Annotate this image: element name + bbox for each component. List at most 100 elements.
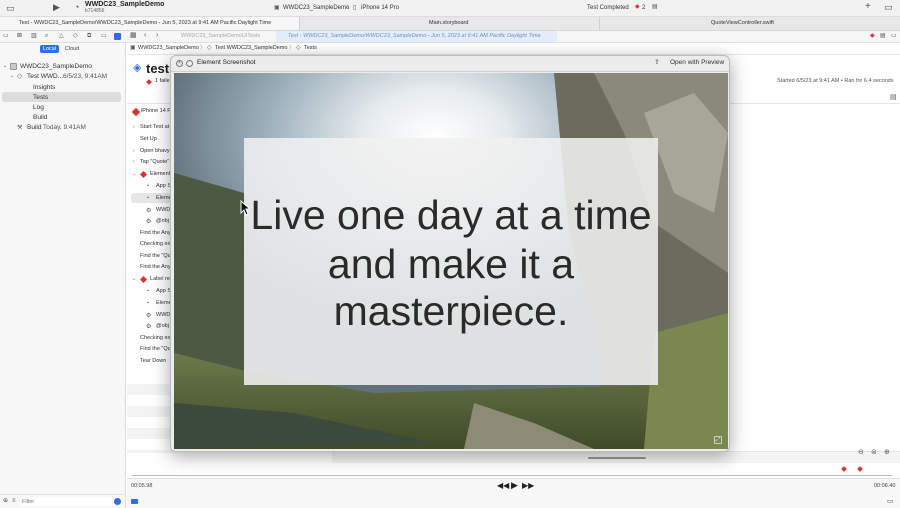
tab-quote-view-controller[interactable]: QuoteViewController.swift: [600, 17, 900, 30]
breadcrumb-test[interactable]: Test WWDC23_SampleDemo: [215, 45, 287, 52]
tab-test-report[interactable]: Test - WWDC23_SampleDemo/WWDC23_SampleDe…: [0, 17, 300, 30]
step-row[interactable]: Find the "Qu: [140, 346, 171, 353]
timeline-start[interactable]: 00:05.98: [131, 483, 152, 490]
step-row[interactable]: App S: [156, 183, 171, 190]
disclosure-icon[interactable]: ⌄: [3, 64, 7, 69]
failure-icon: [146, 79, 152, 85]
step-row[interactable]: Element: [150, 171, 170, 178]
tests-crumb-icon: ◇: [296, 45, 301, 51]
element-screenshot-image: Live one day at a time and make it a mas…: [174, 73, 728, 449]
inspector-toggle-icon[interactable]: ▭: [884, 3, 893, 12]
zoom-out-icon[interactable]: ⊖: [858, 449, 864, 456]
play-icon[interactable]: ▶: [511, 481, 518, 490]
back-icon[interactable]: ‹: [144, 32, 146, 39]
close-icon[interactable]: ×: [176, 60, 183, 67]
split-icon[interactable]: ▭: [891, 33, 897, 39]
tree-insights[interactable]: Insights: [33, 84, 55, 92]
scheme-name[interactable]: WWDC23_SampleDemo: [283, 5, 349, 11]
source-control-icon[interactable]: ⊠: [17, 33, 22, 39]
filter-options-icon[interactable]: [114, 498, 121, 505]
forward-icon[interactable]: ›: [156, 32, 158, 39]
segment-cloud[interactable]: Cloud: [61, 45, 83, 53]
report-navigator-icon[interactable]: [114, 33, 121, 40]
step-row[interactable]: Label re: [150, 276, 170, 283]
zoom-fit-icon[interactable]: ⊜: [871, 449, 877, 456]
path-left[interactable]: WWDC23_SampleDemoUITests: [181, 33, 260, 40]
step-row[interactable]: WWD: [156, 312, 170, 319]
cursor-icon: [240, 200, 250, 216]
step-row[interactable]: Find the Any: [140, 264, 171, 271]
timeline-layout-icon[interactable]: ▭: [887, 498, 894, 505]
navigator-toolbar: ▭ ⊠ ▥ ⌕ △ ◇ ⧉ ▭ ▦ ‹ › WWDC23_SampleDemoU…: [0, 31, 900, 43]
disclosure-icon[interactable]: ›: [133, 125, 135, 130]
add-filter-icon[interactable]: ⊕: [3, 498, 8, 504]
device-name[interactable]: iPhone 14 Pro: [361, 5, 399, 11]
step-row[interactable]: WWD: [156, 207, 170, 214]
error-icon[interactable]: ◆: [635, 4, 640, 10]
step-row[interactable]: Tap "Quote": [140, 159, 169, 166]
debug-icon[interactable]: ⧉: [87, 33, 91, 39]
adjust-icon[interactable]: ▤: [880, 33, 886, 39]
disclosure-icon[interactable]: ⌄: [10, 74, 14, 79]
expand-icon[interactable]: ⤢: [714, 436, 722, 444]
disclosure-icon[interactable]: ⌄: [132, 172, 136, 177]
step-row[interactable]: @obj: [156, 323, 169, 330]
symbol-icon[interactable]: ▥: [31, 33, 37, 39]
find-icon[interactable]: ⌕: [45, 33, 48, 39]
breakpoint-icon[interactable]: ▭: [101, 33, 107, 39]
tree-test-run[interactable]: Test WWD...: [27, 73, 63, 81]
timeline-scrubber[interactable]: [132, 475, 892, 476]
rewind-icon[interactable]: ◀◀: [497, 482, 509, 490]
disclosure-icon[interactable]: ›: [133, 149, 135, 154]
grid-icon[interactable]: ▦: [130, 32, 137, 39]
tree-build[interactable]: Build: [33, 114, 47, 122]
element-screenshot-window[interactable]: × Element Screenshot ⇪ Open with Preview: [170, 55, 730, 452]
segment-local[interactable]: Local: [40, 45, 59, 53]
path-sep: 〉: [346, 5, 353, 11]
tree-tests-row[interactable]: [2, 92, 121, 102]
disclosure-icon[interactable]: ›: [133, 160, 135, 165]
path-active[interactable]: Test - WWDC23_SampleDemo/WWDC23_SampleDe…: [276, 31, 557, 42]
timeline-filter-icon[interactable]: [131, 499, 138, 504]
folder-icon[interactable]: ▭: [3, 33, 9, 39]
zoom-in-icon[interactable]: ⊕: [884, 449, 890, 456]
tree-project[interactable]: WWDC23_SampleDemo: [20, 63, 92, 71]
disclosure-icon[interactable]: ⌄: [132, 277, 136, 282]
tree-log[interactable]: Log: [33, 104, 44, 112]
step-failure-icon: [139, 275, 148, 284]
breadcrumb-project[interactable]: WWDC23_SampleDemo: [138, 45, 199, 52]
minimize-icon[interactable]: [186, 60, 193, 67]
inspector-icon[interactable]: ▤: [890, 94, 897, 101]
step-row[interactable]: Tear Down: [140, 358, 166, 365]
library-icon[interactable]: ▤: [652, 4, 658, 10]
step-row[interactable]: Find the "Qu: [140, 253, 171, 260]
filter-icon: ≡: [12, 498, 16, 504]
device-row-label[interactable]: iPhone 14 P: [141, 108, 171, 115]
error-count[interactable]: 2: [642, 5, 645, 11]
open-with-preview-button[interactable]: Open with Preview: [670, 59, 724, 67]
app-icon: ▣: [274, 5, 280, 11]
breadcrumb-tests[interactable]: Tests: [304, 45, 317, 52]
issue-nav-icon[interactable]: ◆: [870, 33, 875, 39]
run-icon[interactable]: ▶: [53, 3, 60, 12]
step-row[interactable]: Set Up: [140, 136, 157, 143]
step-row[interactable]: Find the Any: [140, 230, 171, 237]
test-icon[interactable]: ◇: [73, 33, 78, 39]
timeline-scroll-thumb[interactable]: [588, 457, 646, 459]
tab-main-storyboard[interactable]: Main.storyboard: [300, 17, 600, 30]
status-text: Test Completed: [587, 5, 629, 11]
step-row[interactable]: Checking ex: [140, 335, 170, 342]
step-row[interactable]: Start Test at: [140, 124, 169, 131]
step-row[interactable]: Checking ex: [140, 241, 170, 248]
tree-build-run[interactable]: Build: [27, 124, 41, 132]
issue-icon[interactable]: △: [59, 33, 64, 39]
sidebar-toggle-icon[interactable]: ▭: [6, 4, 15, 13]
add-icon[interactable]: +: [865, 2, 871, 12]
filter-input[interactable]: [20, 497, 112, 506]
fast-forward-icon[interactable]: ▶▶: [522, 482, 534, 490]
tree-tests[interactable]: Tests: [33, 94, 48, 102]
share-icon[interactable]: ⇪: [654, 59, 660, 66]
step-row[interactable]: @obj: [156, 218, 169, 225]
step-row[interactable]: App S: [156, 288, 171, 295]
step-row[interactable]: Open bhavy: [140, 148, 170, 155]
